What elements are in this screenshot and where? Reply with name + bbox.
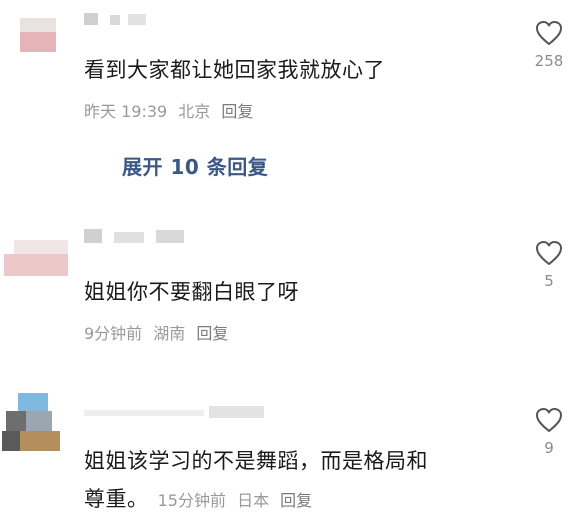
like-count: 9 (544, 439, 554, 457)
username-blurred[interactable] (84, 10, 154, 25)
comment-meta: 9分钟前 湖南 回复 (84, 320, 234, 344)
like-count: 258 (534, 52, 564, 70)
comment-time: 昨天 19:39 (84, 102, 168, 121)
comment-time: 9分钟前 (84, 324, 143, 343)
heart-outline-icon (536, 241, 562, 265)
like-button[interactable]: 9 (519, 407, 579, 457)
comment-location: 日本 (237, 491, 270, 510)
comment-item-3: 姐姐该学习的不是舞蹈，而是格局和 尊重。 15分钟前 日本 回复 9 (0, 385, 581, 529)
comment-text: 姐姐你不要翻白眼了呀 (84, 280, 299, 304)
like-count: 5 (544, 272, 554, 290)
like-button[interactable]: 5 (519, 240, 579, 290)
comment-text-line-1: 姐姐该学习的不是舞蹈，而是格局和 (84, 449, 428, 473)
username-blurred[interactable] (84, 228, 184, 243)
comment-item-1: 看到大家都让她回家我就放心了 昨天 19:39 北京 回复 258 (0, 0, 581, 140)
heart-outline-icon (536, 408, 562, 432)
comment-text-line-2: 尊重。 (84, 487, 149, 511)
username-blurred[interactable] (84, 403, 264, 418)
reply-button[interactable]: 回复 (221, 102, 253, 121)
heart-outline-icon (536, 21, 562, 45)
avatar[interactable] (2, 393, 62, 451)
reply-button[interactable]: 回复 (196, 324, 228, 343)
comment-meta: 昨天 19:39 北京 回复 (84, 98, 259, 122)
reply-button[interactable]: 回复 (280, 491, 312, 510)
comment-time: 15分钟前 (157, 491, 226, 510)
expand-replies-button[interactable]: 展开 10 条回复 (122, 151, 268, 180)
comment-item-2: 姐姐你不要翻白眼了呀 9分钟前 湖南 回复 5 (0, 220, 581, 350)
comment-location: 北京 (178, 102, 211, 121)
comment-meta: 15分钟前 日本 回复 (158, 491, 319, 510)
avatar[interactable] (20, 18, 56, 52)
comment-text: 看到大家都让她回家我就放心了 (84, 58, 385, 82)
avatar[interactable] (4, 236, 68, 276)
comment-location: 湖南 (153, 324, 186, 343)
like-button[interactable]: 258 (519, 20, 579, 70)
comment-last-line: 尊重。 15分钟前 日本 回复 (84, 481, 318, 517)
